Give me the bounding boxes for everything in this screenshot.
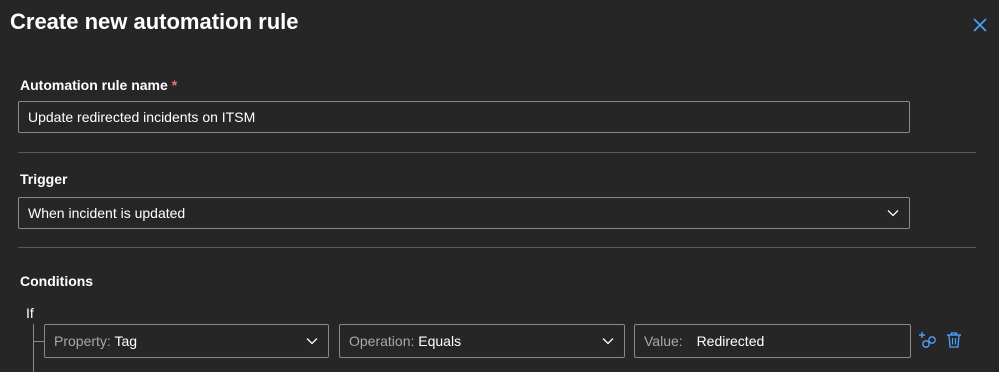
value-input[interactable]: Value: Redirected (634, 324, 911, 358)
trigger-label: Trigger (20, 171, 68, 187)
rule-name-label: Automation rule name * (20, 77, 177, 93)
value-key: Value: (644, 333, 683, 349)
close-icon[interactable] (971, 16, 989, 34)
trigger-dropdown[interactable]: When incident is updated (18, 197, 910, 229)
dialog-title: Create new automation rule (10, 9, 299, 34)
automation-rule-panel: Create new automation rule Automation ru… (0, 0, 999, 372)
if-label: If (26, 305, 34, 321)
divider (18, 152, 976, 153)
required-asterisk: * (171, 77, 178, 93)
chevron-down-icon (306, 338, 318, 345)
property-key: Property: (54, 333, 111, 349)
conditions-label: Conditions (20, 273, 94, 289)
divider (18, 247, 976, 248)
rule-name-label-text: Automation rule name (20, 77, 168, 93)
add-condition-icon[interactable] (918, 331, 936, 349)
property-dropdown[interactable]: Property: Tag (44, 324, 329, 358)
property-value: Tag (114, 333, 138, 349)
operation-value: Equals (418, 333, 462, 349)
trigger-selected-value: When incident is updated (28, 205, 186, 221)
operation-dropdown[interactable]: Operation: Equals (339, 324, 625, 358)
rule-name-input[interactable] (18, 101, 910, 133)
value-value: Redirected (696, 333, 765, 349)
operation-key: Operation: (349, 333, 415, 349)
chevron-down-icon (887, 210, 899, 217)
trash-icon[interactable] (945, 331, 963, 349)
chevron-down-icon (602, 338, 614, 345)
condition-tree-line (33, 324, 34, 372)
